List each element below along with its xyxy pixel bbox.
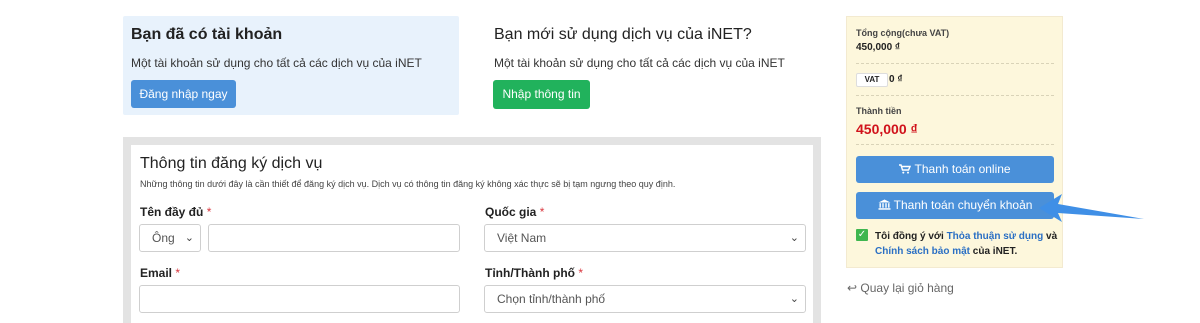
divider bbox=[856, 95, 1054, 96]
chevron-down-icon: ⌄ bbox=[789, 232, 799, 244]
vat-badge: VAT bbox=[856, 73, 888, 87]
login-button[interactable]: Đăng nhập ngay bbox=[131, 80, 236, 108]
required-mark: * bbox=[539, 205, 545, 219]
province-label: Tỉnh/Thành phố * bbox=[485, 266, 583, 280]
province-select-value: Chọn tỉnh/thành phố bbox=[497, 292, 606, 306]
back-to-cart-link[interactable]: ↩ Quay lại giỏ hàng bbox=[847, 281, 954, 295]
order-summary: Tổng cộng(chưa VAT) 450,000 ₫ VAT 0 ₫ Th… bbox=[846, 16, 1063, 268]
form-title: Thông tin đăng ký dịch vụ bbox=[140, 155, 323, 172]
divider bbox=[856, 63, 1054, 64]
terms-link[interactable]: Thỏa thuận sử dụng bbox=[947, 231, 1044, 242]
required-mark: * bbox=[578, 266, 583, 280]
privacy-link[interactable]: Chính sách bảo mật bbox=[875, 246, 970, 257]
chevron-down-icon: ⌄ bbox=[184, 232, 194, 244]
enter-info-button[interactable]: Nhập thông tin bbox=[493, 80, 590, 109]
agree-prefix: Tôi đồng ý với bbox=[875, 231, 947, 242]
province-label-text: Tỉnh/Thành phố bbox=[485, 266, 575, 280]
login-panel-title: Bạn đã có tài khoản bbox=[131, 26, 283, 43]
subtotal-value: 450,000 ₫ bbox=[856, 42, 901, 53]
form-description: Những thông tin dưới đây là cần thiết để… bbox=[140, 179, 676, 189]
new-user-panel-desc: Một tài khoản sử dụng cho tất cả các dịc… bbox=[494, 56, 785, 70]
new-user-panel-title: Bạn mới sử dụng dịch vụ của iNET? bbox=[494, 26, 752, 43]
login-panel: Bạn đã có tài khoản Một tài khoản sử dụn… bbox=[123, 16, 459, 115]
pay-transfer-label: Thanh toán chuyển khoản bbox=[893, 198, 1033, 212]
country-label-text: Quốc gia bbox=[485, 205, 537, 219]
country-select[interactable]: Việt Nam ⌄ bbox=[484, 224, 806, 252]
agree-mid: và bbox=[1043, 231, 1058, 242]
pointer-arrow-icon bbox=[1039, 194, 1144, 222]
login-panel-desc: Một tài khoản sử dụng cho tất cả các dịc… bbox=[131, 56, 422, 70]
province-select[interactable]: Chọn tỉnh/thành phố ⌄ bbox=[484, 285, 806, 313]
title-select-value: Ông bbox=[152, 231, 175, 245]
registration-form: Thông tin đăng ký dịch vụ Những thông ti… bbox=[131, 145, 813, 323]
total-label: Thành tiền bbox=[856, 106, 902, 116]
email-label: Email * bbox=[140, 266, 180, 280]
email-input[interactable] bbox=[139, 285, 460, 313]
total-value: 450,000 ₫ bbox=[856, 121, 918, 137]
registration-form-wrapper: Thông tin đăng ký dịch vụ Những thông ti… bbox=[123, 137, 821, 323]
divider bbox=[856, 144, 1054, 145]
pay-online-button[interactable]: Thanh toán online bbox=[856, 156, 1054, 183]
required-mark: * bbox=[206, 205, 212, 219]
bank-icon bbox=[878, 199, 891, 210]
new-user-panel: Bạn mới sử dụng dịch vụ của iNET? Một tà… bbox=[484, 16, 820, 115]
pay-online-label: Thanh toán online bbox=[914, 162, 1011, 176]
country-select-value: Việt Nam bbox=[497, 231, 547, 245]
fullname-label: Tên đầy đủ * bbox=[140, 205, 211, 219]
pay-transfer-button[interactable]: Thanh toán chuyển khoản bbox=[856, 192, 1054, 219]
country-label: Quốc gia * bbox=[485, 205, 544, 219]
agree-text: Tôi đồng ý với Thỏa thuận sử dụng và Chí… bbox=[875, 229, 1060, 259]
fullname-label-text: Tên đầy đủ bbox=[140, 205, 204, 219]
required-mark: * bbox=[175, 266, 181, 280]
agree-checkbox[interactable]: ✓ bbox=[856, 229, 868, 241]
shopping-cart-icon bbox=[899, 164, 912, 174]
subtotal-label: Tổng cộng(chưa VAT) bbox=[856, 28, 950, 38]
chevron-down-icon: ⌄ bbox=[789, 293, 799, 305]
title-select[interactable]: Ông ⌄ bbox=[139, 224, 201, 252]
agree-suffix: của iNET. bbox=[970, 246, 1018, 257]
vat-value: 0 ₫ bbox=[889, 74, 903, 85]
email-label-text: Email bbox=[140, 266, 173, 280]
fullname-input[interactable] bbox=[208, 224, 460, 252]
